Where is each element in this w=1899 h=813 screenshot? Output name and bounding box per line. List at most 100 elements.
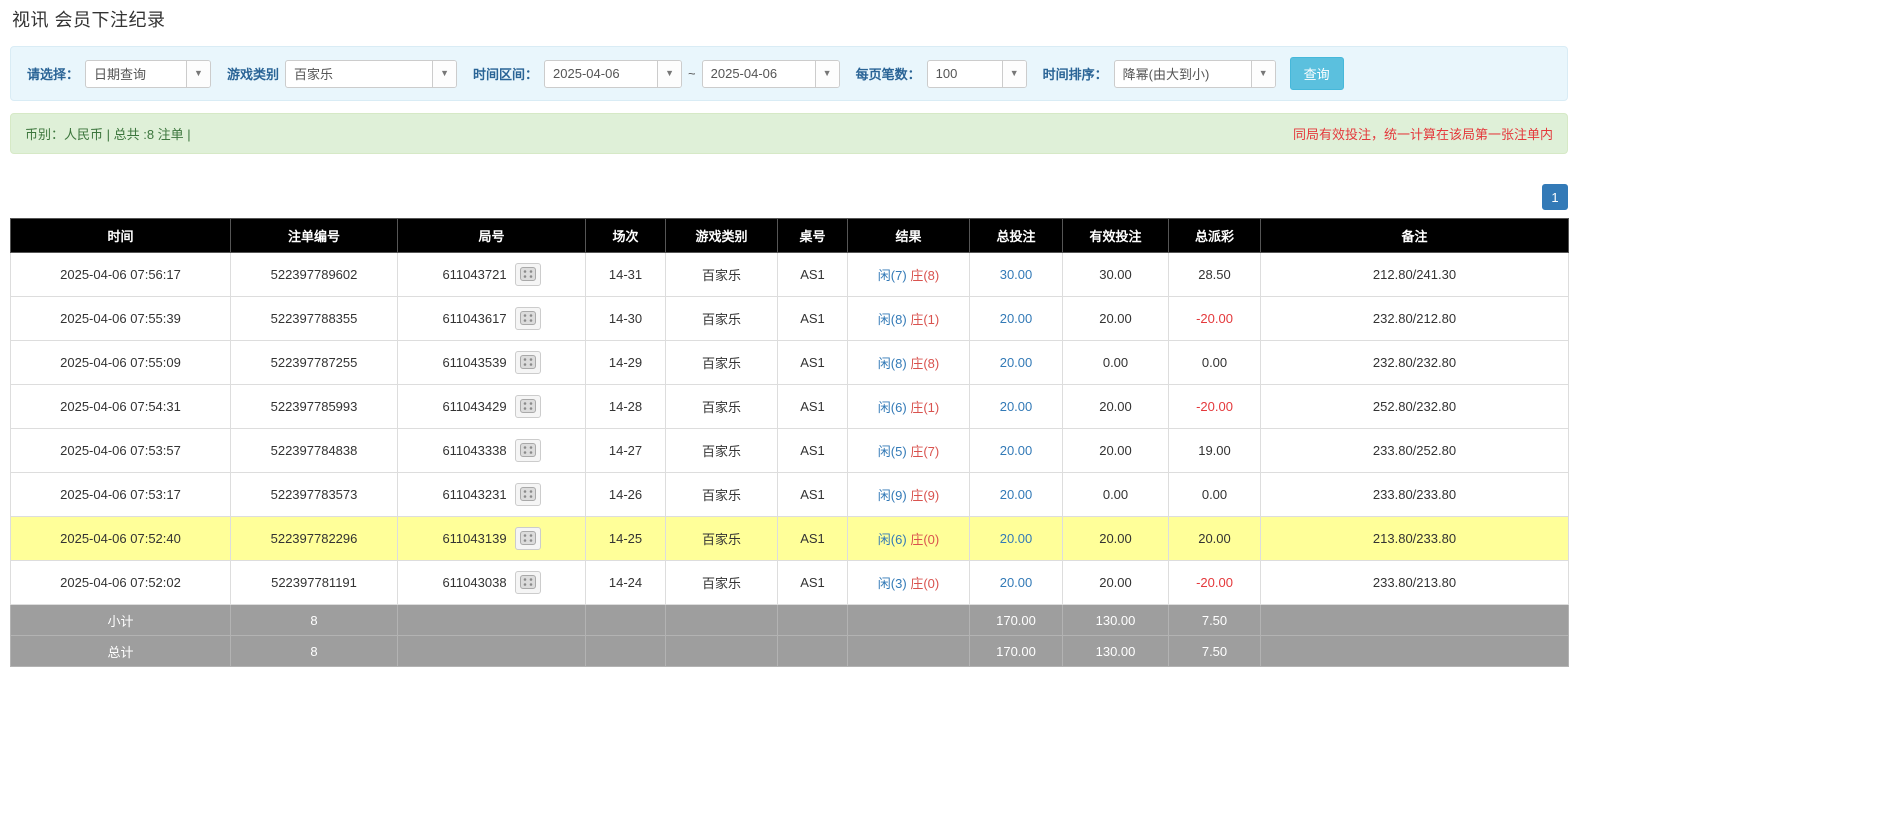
cell-game-type: 百家乐	[665, 560, 778, 605]
table-row: 2025-04-06 07:56:17 522397789602 611043721…	[10, 252, 1569, 297]
dice-icon	[519, 399, 536, 413]
cell-round: 611043338	[397, 428, 586, 473]
cell-result: 闲(9) 庄(9)	[847, 472, 970, 517]
cell-time: 2025-04-06 07:55:09	[10, 340, 231, 385]
pagination-page-1[interactable]: 1	[1542, 184, 1568, 210]
totals-cell	[665, 604, 778, 636]
caret-down-icon: ▼	[440, 68, 449, 78]
cell-total-bet: 20.00	[969, 384, 1063, 429]
table-row: 2025-04-06 07:52:40 522397782296 611043139…	[10, 516, 1569, 561]
cell-total-bet: 20.00	[969, 516, 1063, 561]
cell-session: 14-27	[585, 428, 666, 473]
totals-cell	[397, 635, 586, 667]
table-row: 2025-04-06 07:54:31 522397785993 611043429…	[10, 384, 1569, 429]
game-type-dropdown-button[interactable]: ▼	[432, 60, 457, 87]
cell-total-bet: 20.00	[969, 472, 1063, 517]
round-video-button[interactable]	[514, 395, 541, 418]
sort-order-input[interactable]: 降幂(由大到小)	[1115, 61, 1251, 87]
result-player: 闲(6)	[877, 532, 907, 547]
totals-cell	[777, 635, 848, 667]
cell-total-bet: 20.00	[969, 340, 1063, 385]
total-bet-link[interactable]: 20.00	[1000, 355, 1033, 370]
cell-round: 611043429	[397, 384, 586, 429]
total-bet-link[interactable]: 20.00	[1000, 311, 1033, 326]
dice-icon	[519, 575, 536, 589]
table-row: 2025-04-06 07:53:17 522397783573 611043231…	[10, 472, 1569, 517]
sort-order-dropdown-button[interactable]: ▼	[1250, 60, 1275, 87]
search-button[interactable]: 查询	[1289, 57, 1344, 90]
totals-cell	[777, 604, 848, 636]
per-page-dropdown-button[interactable]: ▼	[1001, 60, 1026, 87]
total-bet-link[interactable]: 20.00	[1000, 575, 1033, 590]
cell-round: 611043721	[397, 252, 586, 297]
totals-cell	[1260, 635, 1569, 667]
column-header: 时间	[10, 218, 231, 253]
cell-game-type: 百家乐	[665, 428, 778, 473]
totals-cell: 总计	[10, 635, 231, 667]
cell-round: 611043617	[397, 296, 586, 341]
date-range-separator: ~	[688, 66, 696, 81]
game-type-combobox: 百家乐 ▼	[285, 59, 458, 88]
cell-payout: 0.00	[1168, 340, 1261, 385]
cell-result: 闲(8) 庄(1)	[847, 296, 970, 341]
round-video-button[interactable]	[514, 307, 541, 330]
total-bet-link[interactable]: 20.00	[1000, 531, 1033, 546]
query-type-label: 请选择：	[27, 67, 80, 82]
cell-payout: 19.00	[1168, 428, 1261, 473]
round-video-button[interactable]	[514, 483, 541, 506]
date-from-input[interactable]: 2025-04-06	[545, 61, 657, 87]
cell-table-no: AS1	[777, 384, 848, 429]
caret-down-icon: ▼	[665, 68, 674, 78]
cell-valid-bet: 0.00	[1062, 472, 1169, 517]
total-bet-link[interactable]: 30.00	[1000, 267, 1033, 282]
cell-round: 611043231	[397, 472, 586, 517]
result-banker: 庄(8)	[910, 268, 940, 283]
game-type-label: 游戏类别	[227, 67, 280, 82]
date-from-combobox: 2025-04-06 ▼	[544, 59, 683, 88]
cell-time: 2025-04-06 07:55:39	[10, 296, 231, 341]
query-type-dropdown-button[interactable]: ▼	[186, 60, 211, 87]
result-banker: 庄(9)	[910, 488, 940, 503]
date-from-dropdown-button[interactable]: ▼	[657, 60, 682, 87]
column-header: 总投注	[969, 218, 1063, 253]
totals-cell	[585, 604, 666, 636]
table-row: 2025-04-06 07:53:57 522397784838 611043338…	[10, 428, 1569, 473]
cell-round: 611043539	[397, 340, 586, 385]
main-content: 视讯 会员下注纪录 请选择： 日期查询 ▼ 游戏类别 百家乐 ▼ 时间区间： 2…	[10, 6, 1569, 667]
round-video-button[interactable]	[514, 571, 541, 594]
totals-cell	[665, 635, 778, 667]
round-video-button[interactable]	[514, 527, 541, 550]
game-type-input[interactable]: 百家乐	[286, 61, 432, 87]
cell-round: 611043038	[397, 560, 586, 605]
cell-remark: 233.80/252.80	[1260, 428, 1569, 473]
table-footer: 小计 8 170.00 130.00 7.50 总计 8 170.00 130.00 7.50	[10, 604, 1569, 667]
cell-remark: 232.80/232.80	[1260, 340, 1569, 385]
totals-cell	[847, 604, 970, 636]
round-video-button[interactable]	[514, 351, 541, 374]
totals-cell: 8	[230, 604, 398, 636]
cell-bet-id: 522397781191	[230, 560, 398, 605]
summary-note: 同局有效投注，统一计算在该局第一张注单内	[1292, 127, 1553, 142]
result-player: 闲(8)	[877, 312, 907, 327]
round-video-button[interactable]	[514, 263, 541, 286]
date-to-dropdown-button[interactable]: ▼	[814, 60, 839, 87]
totals-cell	[1260, 604, 1569, 636]
date-to-input[interactable]: 2025-04-06	[703, 61, 815, 87]
total-bet-link[interactable]: 20.00	[1000, 443, 1033, 458]
query-type-input[interactable]: 日期查询	[86, 61, 186, 87]
total-bet-link[interactable]: 20.00	[1000, 487, 1033, 502]
cell-game-type: 百家乐	[665, 516, 778, 561]
cell-time: 2025-04-06 07:53:17	[10, 472, 231, 517]
total-bet-link[interactable]: 20.00	[1000, 399, 1033, 414]
per-page-combobox: 100 ▼	[926, 59, 1027, 88]
cell-time: 2025-04-06 07:54:31	[10, 384, 231, 429]
cell-result: 闲(5) 庄(7)	[847, 428, 970, 473]
cell-table-no: AS1	[777, 340, 848, 385]
cell-result: 闲(8) 庄(8)	[847, 340, 970, 385]
per-page-label: 每页笔数：	[855, 67, 921, 82]
round-video-button[interactable]	[514, 439, 541, 462]
per-page-input[interactable]: 100	[928, 61, 1002, 87]
cell-time: 2025-04-06 07:53:57	[10, 428, 231, 473]
table-row: 2025-04-06 07:55:09 522397787255 611043539…	[10, 340, 1569, 385]
cell-total-bet: 20.00	[969, 296, 1063, 341]
